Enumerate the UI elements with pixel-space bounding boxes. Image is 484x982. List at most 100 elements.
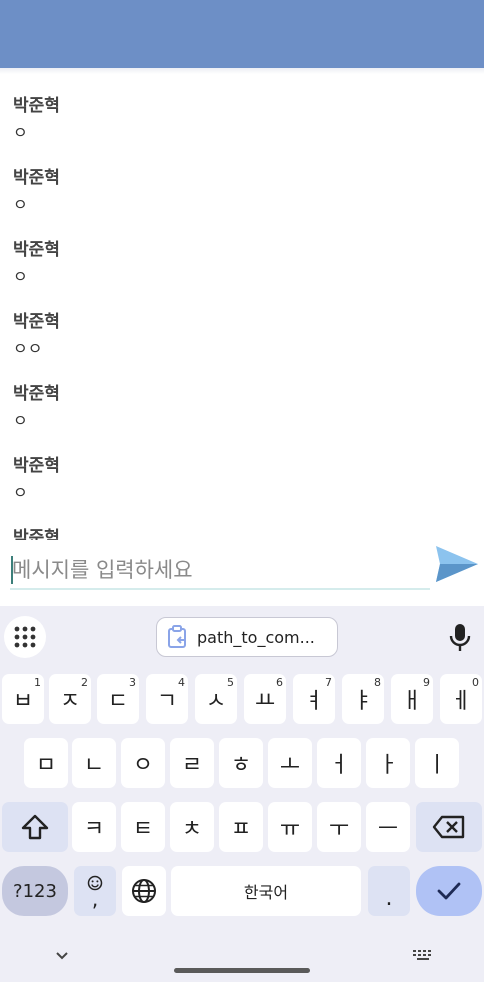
key[interactable]: ㄴ	[72, 738, 116, 788]
period-key[interactable]: .	[368, 866, 410, 916]
key-label: ㅐ	[401, 689, 423, 714]
backspace-key[interactable]	[416, 802, 482, 852]
key-hint: 2	[81, 676, 88, 689]
key-label: ,	[91, 887, 99, 911]
hide-keyboard-button[interactable]	[52, 948, 72, 964]
key-hint: 6	[276, 676, 283, 689]
send-button[interactable]	[434, 544, 480, 584]
keyboard: path_to_com... ㅂ 1 ㅈ 2 ㄷ 3 ㄱ 4 ㅅ 5 ㅛ 6 ㅕ…	[0, 606, 484, 982]
key[interactable]: ㅈ 2	[49, 674, 91, 724]
keyboard-switch-button[interactable]	[412, 948, 434, 964]
key-label: ㅋ	[83, 817, 105, 842]
key-label: ㄷ	[107, 689, 129, 714]
key-label: .	[385, 885, 393, 911]
message-text: ㅇ	[13, 195, 28, 214]
key[interactable]: ㅊ	[170, 802, 214, 852]
message-sender: 박준혁	[13, 96, 60, 116]
key[interactable]: ㅣ	[415, 738, 459, 788]
key-label: ㄴ	[83, 753, 105, 778]
message-item: 박준혁 ㅇ	[13, 166, 60, 216]
key-label: ㅇ	[132, 753, 154, 778]
key[interactable]: ㅁ	[24, 738, 68, 788]
key[interactable]: ㅛ 6	[244, 674, 286, 724]
message-item: 박준혁	[13, 526, 60, 540]
key[interactable]: ㅋ	[72, 802, 116, 852]
key[interactable]: ㅗ	[268, 738, 312, 788]
key-label: ㅑ	[352, 689, 374, 714]
key[interactable]: ㄷ 3	[97, 674, 139, 724]
key[interactable]: ㅕ 7	[293, 674, 335, 724]
keyboard-icon	[413, 950, 431, 960]
key[interactable]: ㅇ	[121, 738, 165, 788]
backspace-icon	[432, 815, 465, 839]
mic-icon	[449, 624, 471, 651]
key-label: ㅅ	[205, 689, 227, 714]
key[interactable]: ㅔ 0	[440, 674, 482, 724]
message-text: ㅇ	[13, 411, 28, 430]
key-hint: 3	[129, 676, 136, 689]
key[interactable]: ㅠ	[268, 802, 312, 852]
clipboard-suggestion-chip[interactable]: path_to_com...	[156, 617, 338, 657]
key-label: ㅍ	[230, 817, 252, 842]
voice-input-button[interactable]	[446, 622, 474, 654]
symbols-key[interactable]: ?123	[2, 866, 68, 916]
key-hint: 9	[423, 676, 430, 689]
message-sender: 박준혁	[13, 528, 60, 540]
space-key[interactable]: 한국어	[171, 866, 361, 916]
key-label: ㅁ	[35, 753, 57, 778]
message-text: ㅇ	[13, 483, 28, 502]
language-key[interactable]	[122, 866, 166, 916]
key-label: ㅛ	[254, 689, 276, 714]
globe-icon	[132, 879, 156, 903]
key-hint: 8	[374, 676, 381, 689]
key-label: ?123	[13, 880, 57, 902]
message-item: 박준혁 ㅇ	[13, 382, 60, 432]
key[interactable]: ㅎ	[219, 738, 263, 788]
key[interactable]: ㅍ	[219, 802, 263, 852]
key-label: ㅏ	[377, 753, 399, 778]
key-hint: 4	[178, 676, 185, 689]
key[interactable]: ㅡ	[366, 802, 410, 852]
key[interactable]: ㄹ	[170, 738, 214, 788]
key-label: ㅔ	[450, 689, 472, 714]
key[interactable]: ㅌ	[121, 802, 165, 852]
message-sender: 박준혁	[13, 312, 60, 332]
home-gesture-bar[interactable]	[174, 968, 310, 973]
chevron-down-icon	[56, 952, 68, 960]
key[interactable]: ㄱ 4	[146, 674, 188, 724]
key[interactable]: ㅑ 8	[342, 674, 384, 724]
key-hint: 1	[34, 676, 41, 689]
message-input[interactable]	[10, 552, 430, 590]
key-label: ㅂ	[12, 689, 34, 714]
key-label: ㄱ	[156, 689, 178, 714]
message-list[interactable]: 박준혁 ㅇ 박준혁 ㅇ 박준혁 ㅇ 박준혁 ㅇㅇ 박준혁 ㅇ 박준혁 ㅇ 박준혁	[0, 74, 484, 540]
key-hint: 0	[472, 676, 479, 689]
send-icon	[436, 546, 478, 582]
key-label: ㄹ	[181, 753, 203, 778]
key[interactable]: ㅂ 1	[2, 674, 44, 724]
message-item: 박준혁 ㅇ	[13, 238, 60, 288]
message-text: ㅇㅇ	[13, 339, 43, 358]
shift-icon	[21, 814, 49, 840]
enter-key[interactable]	[416, 866, 482, 916]
key[interactable]: ㅏ	[366, 738, 410, 788]
check-icon	[437, 882, 461, 900]
keyboard-apps-button[interactable]	[4, 616, 46, 658]
key[interactable]: ㅜ	[317, 802, 361, 852]
clipboard-chip-text: path_to_com...	[197, 627, 315, 647]
key-label: ㅈ	[59, 689, 81, 714]
navigation-bar	[0, 940, 484, 982]
key-label: ㅓ	[328, 753, 350, 778]
message-item: 박준혁 ㅇㅇ	[13, 310, 60, 360]
keyboard-toolbar: path_to_com...	[0, 606, 484, 666]
key-label: ㅡ	[377, 817, 399, 842]
key-hint: 7	[325, 676, 332, 689]
key[interactable]: ㅓ	[317, 738, 361, 788]
key-label: ㅣ	[426, 753, 448, 778]
emoji-comma-key[interactable]: ,	[74, 866, 116, 916]
app-bar	[0, 0, 484, 68]
shift-key[interactable]	[2, 802, 68, 852]
key[interactable]: ㅅ 5	[195, 674, 237, 724]
message-item: 박준혁 ㅇ	[13, 454, 60, 504]
key[interactable]: ㅐ 9	[391, 674, 433, 724]
